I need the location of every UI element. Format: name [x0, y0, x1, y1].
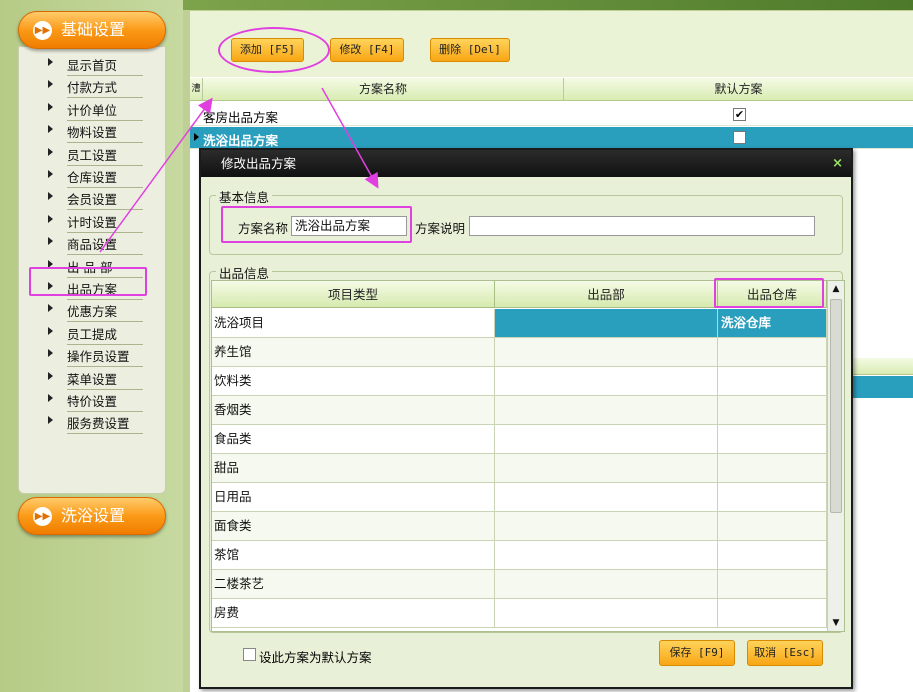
arrow-sidebar-to-toolbar — [99, 97, 213, 253]
arrow-add-to-dialog — [321, 87, 379, 189]
annotation-arrows — [99, 87, 379, 253]
